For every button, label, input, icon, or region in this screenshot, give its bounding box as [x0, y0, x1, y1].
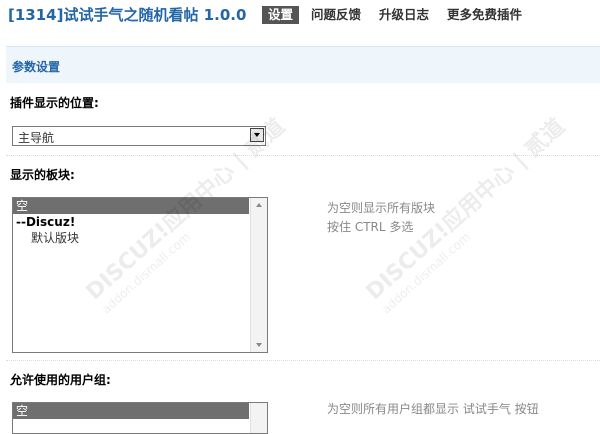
divider	[6, 360, 600, 361]
forums-hint: 为空则显示所有版块 按住 CTRL 多选	[327, 199, 435, 237]
list-item[interactable]: 空	[13, 198, 249, 214]
plugin-title: [1314]试试手气之随机看帖 1.0.0	[8, 6, 247, 24]
scroll-up-icon[interactable]	[256, 203, 262, 207]
chevron-down-icon[interactable]	[250, 128, 264, 142]
scroll-down-icon[interactable]	[256, 343, 262, 347]
section-header: 参数设置	[6, 46, 600, 83]
position-select[interactable]: 主导航	[12, 126, 266, 146]
scrollbar[interactable]	[250, 403, 267, 433]
hint-line: 为空则显示所有版块	[327, 201, 436, 215]
tab-changelog[interactable]: 升级日志	[373, 6, 435, 24]
tab-feedback[interactable]: 问题反馈	[305, 6, 367, 24]
tab-more-plugins[interactable]: 更多免费插件	[441, 6, 528, 24]
header: [1314]试试手气之随机看帖 1.0.0 设置 问题反馈 升级日志 更多免费插…	[0, 0, 600, 40]
list-item[interactable]: --Discuz!	[13, 214, 249, 230]
section-title: 参数设置	[12, 60, 61, 74]
divider	[6, 155, 600, 156]
groups-listbox[interactable]: 空	[12, 402, 268, 434]
scrollbar[interactable]	[250, 198, 267, 352]
list-item[interactable]: 默认版块	[13, 230, 249, 246]
list-item[interactable]: 空	[13, 403, 249, 419]
groups-label: 允许使用的用户组:	[10, 373, 111, 387]
position-label: 插件显示的位置:	[10, 96, 99, 110]
tab-bar: 设置 问题反馈 升级日志 更多免费插件	[262, 6, 534, 24]
position-select-value: 主导航	[18, 131, 55, 145]
hint-line: 按住 CTRL 多选	[327, 220, 414, 234]
forums-label: 显示的板块:	[10, 168, 75, 182]
forums-listbox[interactable]: 空 --Discuz! 默认版块	[12, 197, 268, 353]
tab-settings[interactable]: 设置	[262, 6, 300, 24]
